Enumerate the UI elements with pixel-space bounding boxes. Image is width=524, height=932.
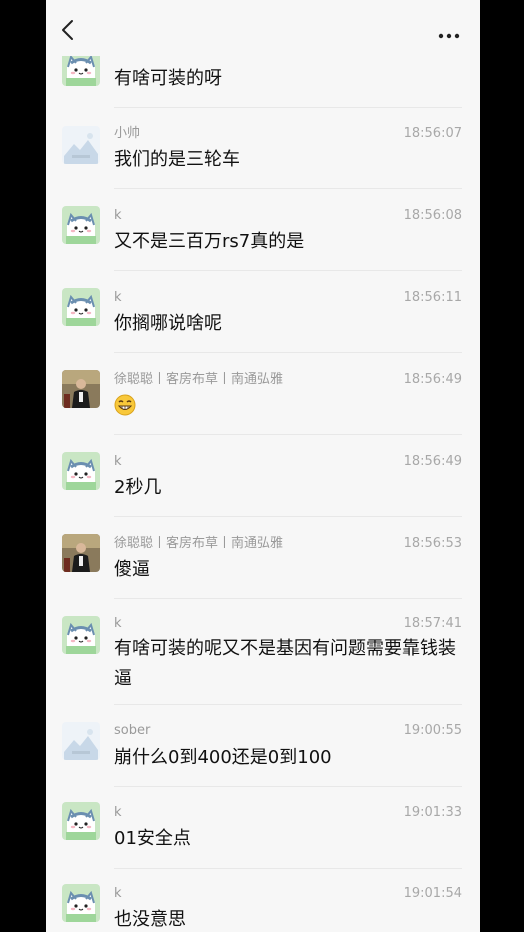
message-time: 18:56:53 (403, 536, 462, 551)
cat-avatar[interactable] (62, 288, 100, 326)
message-text: 我们的是三轮车 (114, 149, 240, 170)
sender-name: 小帅 (114, 126, 141, 141)
sender-name: k (114, 616, 122, 631)
list-item[interactable]: 徐聪聪丨客房布草丨南通弘雅 18:56:53 傻逼 (46, 518, 480, 600)
cat-avatar[interactable] (62, 802, 100, 840)
message-text: 01安全点 (114, 828, 191, 849)
divider (114, 704, 462, 705)
grin-emoji-icon (114, 394, 136, 416)
sender-name: k (114, 886, 122, 901)
message-time: 18:56:08 (403, 208, 462, 223)
divider (114, 434, 462, 435)
sender-name: k (114, 290, 122, 305)
list-item[interactable]: k 18:56:49 2秒几 (46, 436, 480, 518)
message-text: 也没意思 (114, 909, 186, 930)
cat-avatar[interactable] (62, 884, 100, 922)
list-item[interactable]: k 19:01:33 01安全点 (46, 788, 480, 870)
top-bar (46, 0, 480, 56)
message-time: 18:56:49 (403, 372, 462, 387)
list-item[interactable]: k 18:56:11 你搁哪说啥呢 (46, 272, 480, 354)
divider (114, 786, 462, 787)
placeholder-avatar[interactable] (62, 722, 100, 760)
cat-avatar[interactable] (62, 206, 100, 244)
message-time: 19:00:55 (403, 723, 462, 738)
divider (114, 188, 462, 189)
list-item[interactable]: k 18:56:08 又不是三百万rs7真的是 (46, 190, 480, 272)
cat-avatar[interactable] (62, 616, 100, 654)
chevron-left-icon[interactable] (58, 19, 78, 41)
message-time: 19:01:54 (403, 886, 462, 901)
cat-avatar[interactable] (62, 452, 100, 490)
message-time: 18:56:49 (403, 454, 462, 469)
placeholder-avatar[interactable] (62, 126, 100, 164)
sender-name: k (114, 454, 122, 469)
message-text: 你搁哪说啥呢 (114, 313, 222, 334)
message-text: 有啥可装的呢又不是基因有问题需要靠钱装逼 (114, 638, 456, 689)
message-time: 18:56:07 (403, 126, 462, 141)
message-list[interactable]: 有啥可装的呀 小帅 18:56:07 我们的是三轮车 k 18:56:08 又不… (46, 0, 480, 932)
list-item[interactable]: 小帅 18:56:07 我们的是三轮车 (46, 108, 480, 190)
sender-name: k (114, 208, 122, 223)
photo-avatar[interactable] (62, 534, 100, 572)
list-item[interactable]: k 19:01:54 也没意思 (46, 870, 480, 932)
sender-name: 徐聪聪丨客房布草丨南通弘雅 (114, 536, 284, 551)
divider (114, 516, 462, 517)
list-item[interactable]: k 18:57:41 有啥可装的呢又不是基因有问题需要靠钱装逼 (46, 600, 480, 706)
message-text: 又不是三百万rs7真的是 (114, 231, 305, 252)
photo-avatar[interactable] (62, 370, 100, 408)
message-text: 傻逼 (114, 559, 150, 580)
message-text: 崩什么0到400还是0到100 (114, 747, 332, 768)
divider (114, 352, 462, 353)
chat-screen: 有啥可装的呀 小帅 18:56:07 我们的是三轮车 k 18:56:08 又不… (46, 0, 480, 932)
list-item[interactable]: 徐聪聪丨客房布草丨南通弘雅 18:56:49 (46, 354, 480, 436)
sender-name: sober (114, 723, 151, 738)
sender-name: k (114, 805, 122, 820)
more-dots-icon[interactable] (438, 25, 460, 39)
divider (114, 270, 462, 271)
sender-name: 徐聪聪丨客房布草丨南通弘雅 (114, 372, 284, 387)
message-time: 18:57:41 (403, 616, 462, 631)
divider (114, 598, 462, 599)
message-text: 有啥可装的呀 (114, 68, 222, 89)
message-text: 2秒几 (114, 477, 162, 498)
divider (114, 868, 462, 869)
message-time: 19:01:33 (403, 805, 462, 820)
list-item[interactable]: sober 19:00:55 崩什么0到400还是0到100 (46, 706, 480, 788)
message-time: 18:56:11 (403, 290, 462, 305)
